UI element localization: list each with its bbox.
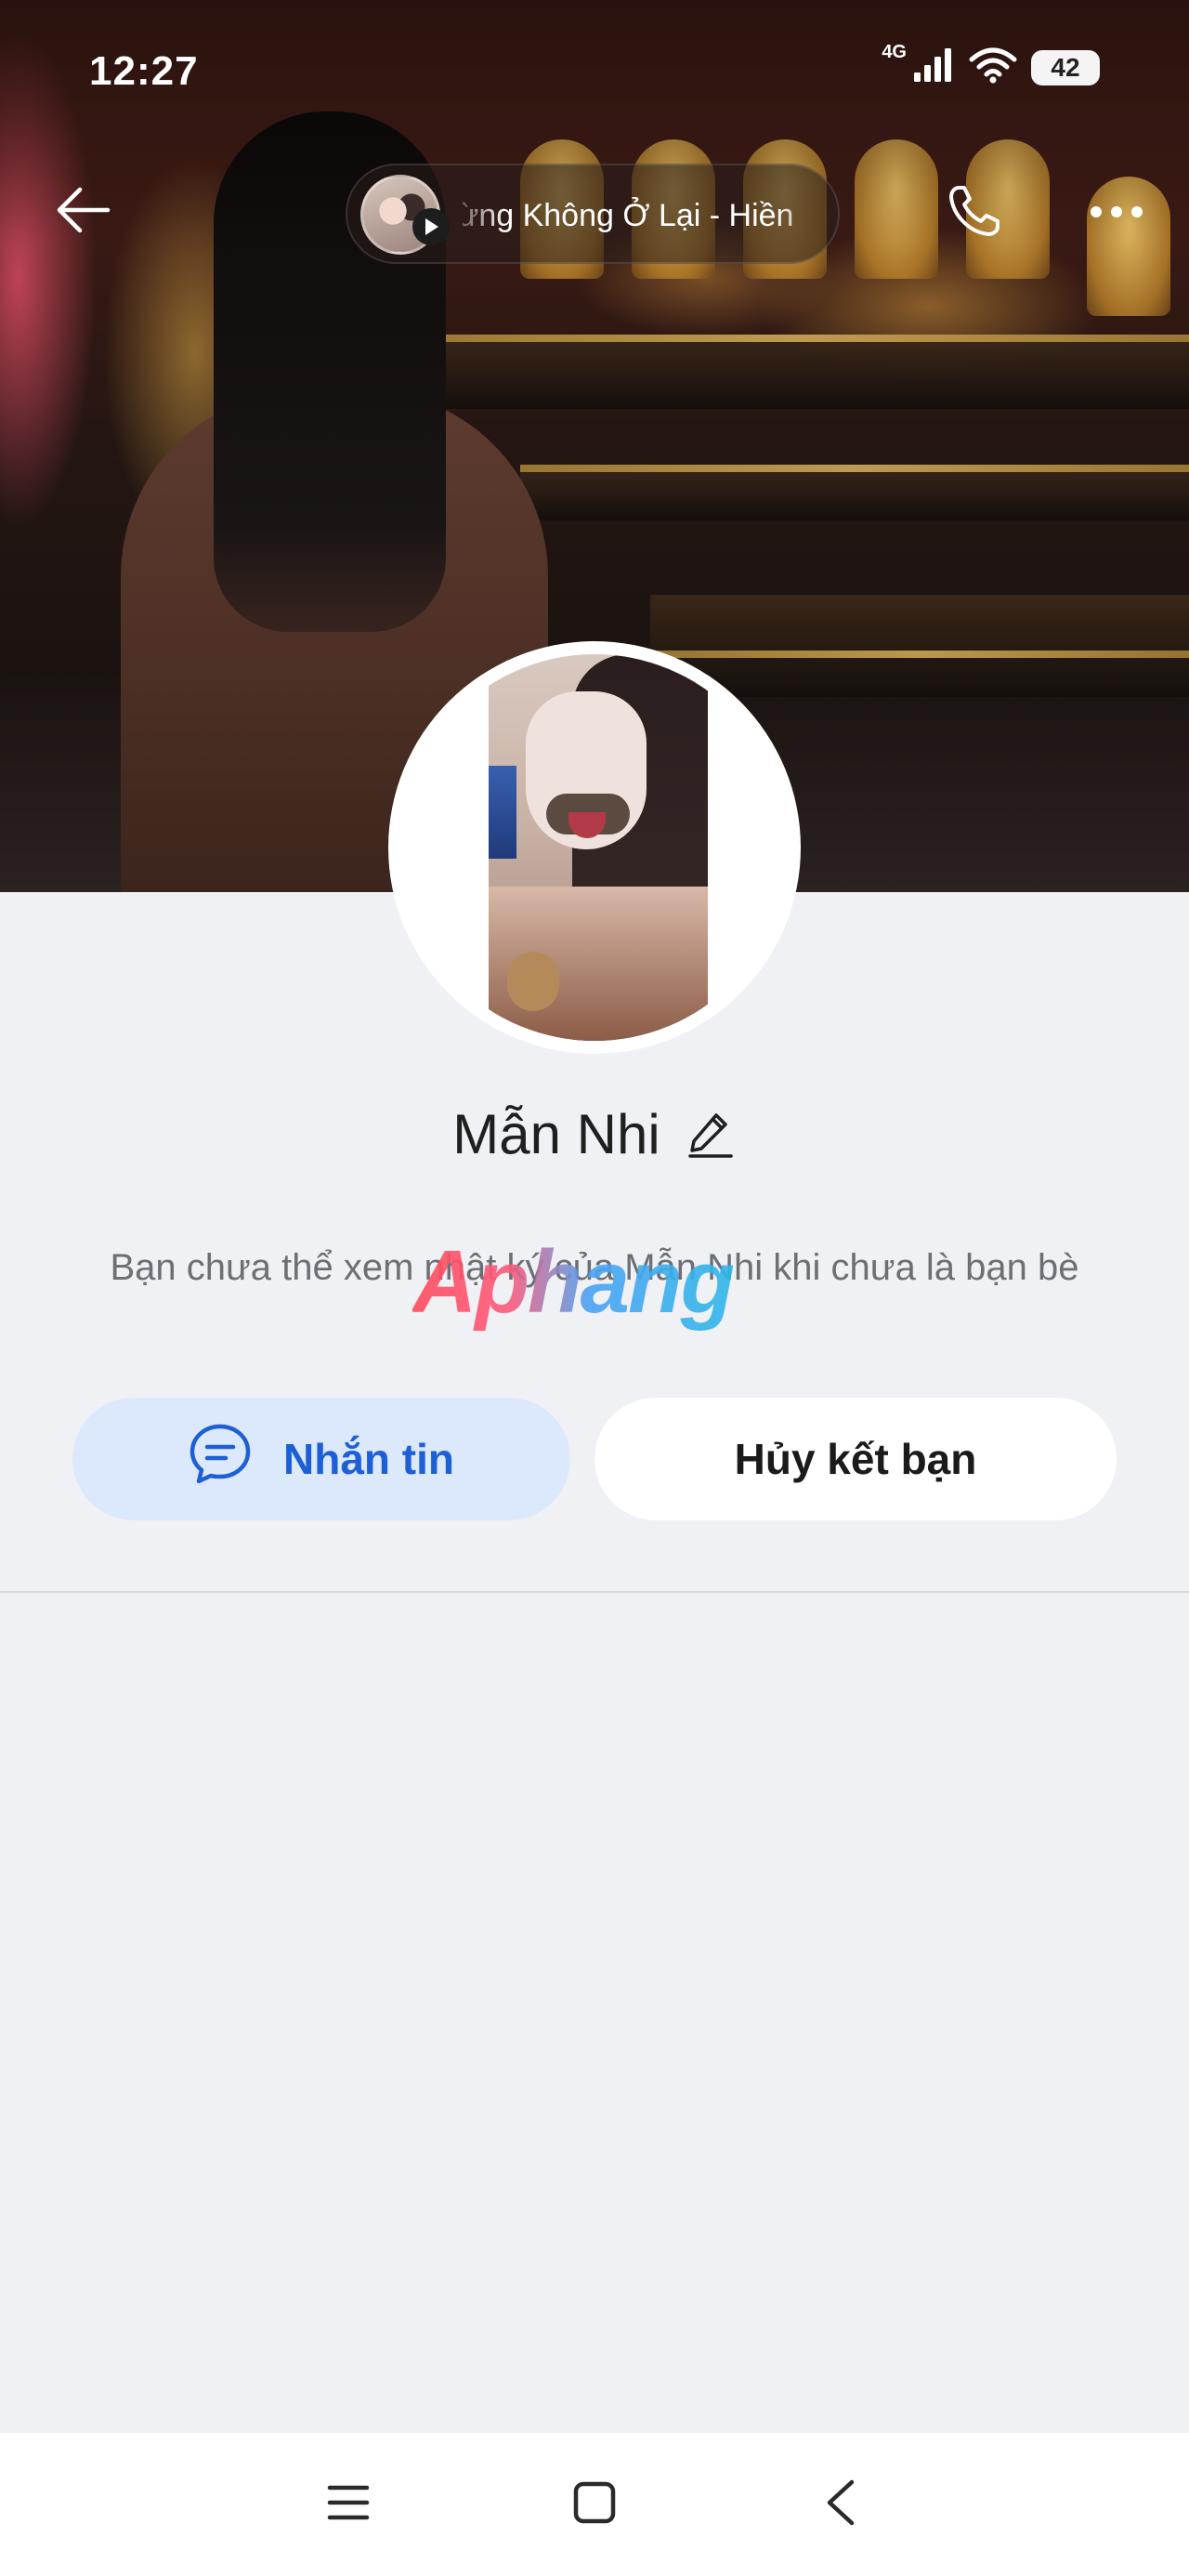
avatar-bear-sticker (507, 952, 559, 1011)
recent-apps-button[interactable] (307, 2463, 390, 2546)
play-icon[interactable] (412, 208, 450, 245)
cover-altar-shelf (520, 465, 1189, 520)
more-horizontal-icon (1089, 204, 1144, 224)
more-options-button[interactable] (1078, 175, 1156, 253)
section-divider (0, 1591, 1189, 1593)
avatar-background-poster (489, 766, 516, 859)
avatar-photo (489, 654, 708, 1041)
edit-nickname-button[interactable] (685, 1110, 737, 1162)
square-home-icon (572, 2480, 617, 2530)
network-type: 4G (882, 42, 907, 62)
profile-name-row: Mẫn Nhi (0, 1097, 1189, 1171)
unfriend-button[interactable]: Hủy kết bạn (594, 1398, 1117, 1520)
cover-gold-trim (520, 465, 1189, 472)
pencil-icon (687, 1110, 733, 1163)
cover-gold-trim (650, 651, 1189, 658)
unfriend-button-label: Hủy kết bạn (734, 1435, 977, 1483)
avatar-frame[interactable] (388, 641, 801, 1054)
system-back-button[interactable] (799, 2463, 882, 2546)
back-button[interactable] (46, 175, 121, 249)
cover-altar-shelf (650, 595, 1189, 697)
battery-indicator: 42 (1031, 49, 1100, 85)
status-icons: 4G 42 (882, 42, 1100, 88)
profile-music-player[interactable]: Dừng Không Ở Lại - Hiền (346, 164, 840, 264)
phone-icon (944, 182, 1003, 246)
message-button-label: Nhắn tin (283, 1435, 454, 1483)
status-bar: 12:27 4G 42 (0, 0, 1189, 139)
chat-bubble-icon (189, 1423, 252, 1496)
signal-icon (912, 46, 955, 88)
arrow-left-icon (56, 186, 111, 239)
wifi-icon (968, 46, 1018, 88)
system-nav-bar (0, 2433, 1189, 2576)
status-time: 12:27 (89, 48, 199, 94)
diary-restriction-notice: Bạn chưa thể xem nhật ký của Mẫn Nhi khi… (110, 1247, 1079, 1288)
call-button[interactable] (934, 175, 1013, 253)
avatar (401, 654, 788, 1041)
message-button[interactable]: Nhắn tin (72, 1398, 570, 1520)
profile-page: 12:27 4G 42 Dừng Không Ở Lại - Hiền Mẫn … (0, 0, 1189, 2576)
profile-actions: Nhắn tin Hủy kết bạn (72, 1398, 1117, 1520)
menu-icon (326, 2484, 371, 2526)
chevron-left-icon (824, 2478, 857, 2531)
profile-name: Mẫn Nhi (452, 1102, 660, 1165)
top-nav: Dừng Không Ở Lại - Hiền (0, 158, 1189, 269)
home-button[interactable] (553, 2463, 636, 2546)
music-title: Dừng Không Ở Lại - Hiền (463, 198, 794, 233)
